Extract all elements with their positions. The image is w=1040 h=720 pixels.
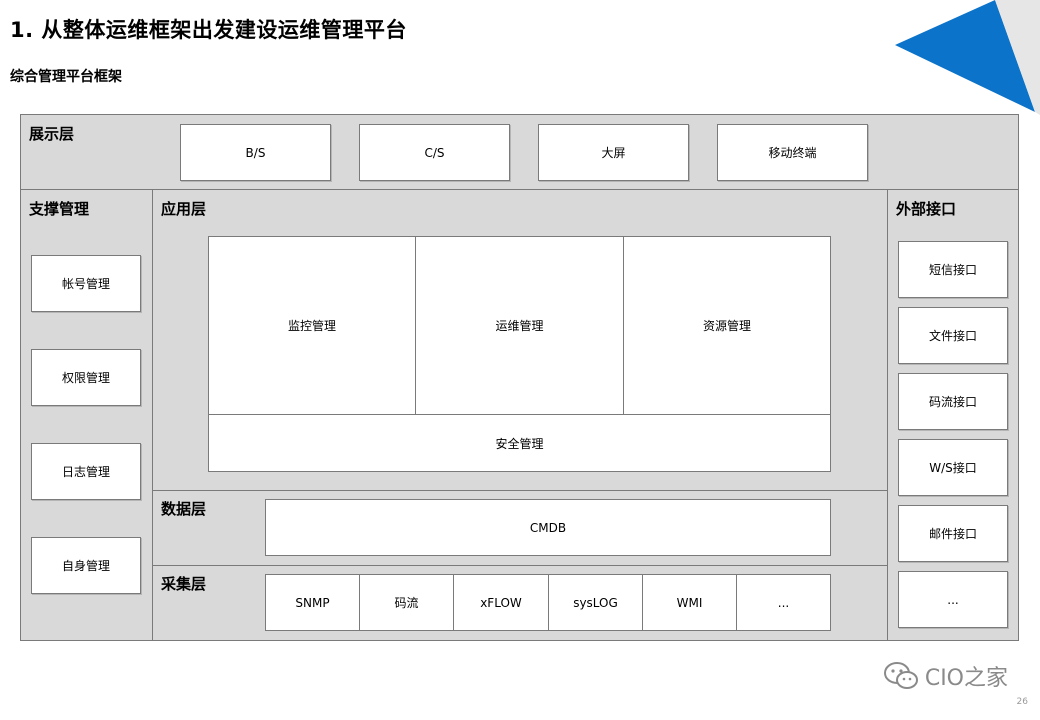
interface-item: 码流接口 <box>898 373 1008 430</box>
application-module: 运维管理 <box>416 237 623 414</box>
collection-item: 码流 <box>360 575 453 630</box>
application-module: 资源管理 <box>624 237 830 414</box>
slide-title: 1. 从整体运维框架出发建设运维管理平台 <box>10 18 407 42</box>
security-management: 安全管理 <box>209 415 830 471</box>
support-management-label: 支撑管理 <box>29 200 90 218</box>
presentation-item: B/S <box>180 124 331 181</box>
watermark-text: CIO之家 <box>924 666 1008 691</box>
application-module: 监控管理 <box>209 237 415 414</box>
interface-item: ... <box>898 571 1008 628</box>
presentation-item: C/S <box>359 124 510 181</box>
divider-right <box>887 189 888 641</box>
presentation-item: 移动终端 <box>717 124 868 181</box>
wechat-icon <box>883 662 918 689</box>
application-layer-label: 应用层 <box>161 200 207 218</box>
page-number: 26 <box>1016 697 1028 707</box>
divider-left <box>152 189 153 641</box>
collection-item: sysLOG <box>549 575 642 630</box>
interface-item: 文件接口 <box>898 307 1008 364</box>
support-item: 帐号管理 <box>31 255 141 312</box>
watermark: CIO之家 <box>883 660 1008 692</box>
cmdb-box: CMDB <box>265 499 831 556</box>
presentation-layer-label: 展示层 <box>29 125 75 143</box>
divider-presentation <box>20 189 1019 190</box>
data-layer-label: 数据层 <box>161 500 207 518</box>
divider-data <box>152 565 887 566</box>
collection-item: SNMP <box>266 575 359 630</box>
external-interface-label: 外部接口 <box>896 200 957 218</box>
collection-item: xFLOW <box>454 575 548 630</box>
support-item: 权限管理 <box>31 349 141 406</box>
support-item: 自身管理 <box>31 537 141 594</box>
corner-triangle-decoration <box>895 0 1040 115</box>
support-item: 日志管理 <box>31 443 141 500</box>
interface-item: W/S接口 <box>898 439 1008 496</box>
presentation-item: 大屏 <box>538 124 689 181</box>
interface-item: 邮件接口 <box>898 505 1008 562</box>
collection-layer-label: 采集层 <box>161 575 207 593</box>
collection-item: ... <box>737 575 830 630</box>
divider-application <box>152 490 887 491</box>
interface-item: 短信接口 <box>898 241 1008 298</box>
slide-subtitle: 综合管理平台框架 <box>10 69 122 85</box>
collection-item: WMI <box>643 575 736 630</box>
